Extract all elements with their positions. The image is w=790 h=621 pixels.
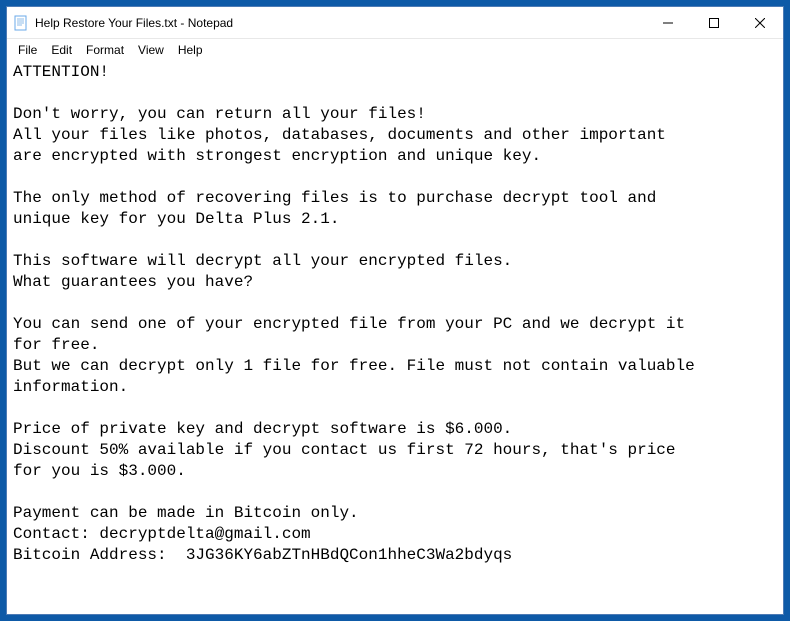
menu-view[interactable]: View <box>131 41 171 59</box>
notepad-icon <box>13 15 29 31</box>
text-area[interactable]: ATTENTION! Don't worry, you can return a… <box>7 60 783 614</box>
maximize-button[interactable] <box>691 7 737 38</box>
window-controls <box>645 7 783 38</box>
menubar: File Edit Format View Help <box>7 39 783 60</box>
window-title: Help Restore Your Files.txt - Notepad <box>35 16 645 30</box>
titlebar[interactable]: Help Restore Your Files.txt - Notepad <box>7 7 783 39</box>
minimize-button[interactable] <box>645 7 691 38</box>
menu-format[interactable]: Format <box>79 41 131 59</box>
menu-edit[interactable]: Edit <box>44 41 79 59</box>
notepad-window: Help Restore Your Files.txt - Notepad Fi… <box>6 6 784 615</box>
menu-file[interactable]: File <box>11 41 44 59</box>
close-button[interactable] <box>737 7 783 38</box>
menu-help[interactable]: Help <box>171 41 210 59</box>
